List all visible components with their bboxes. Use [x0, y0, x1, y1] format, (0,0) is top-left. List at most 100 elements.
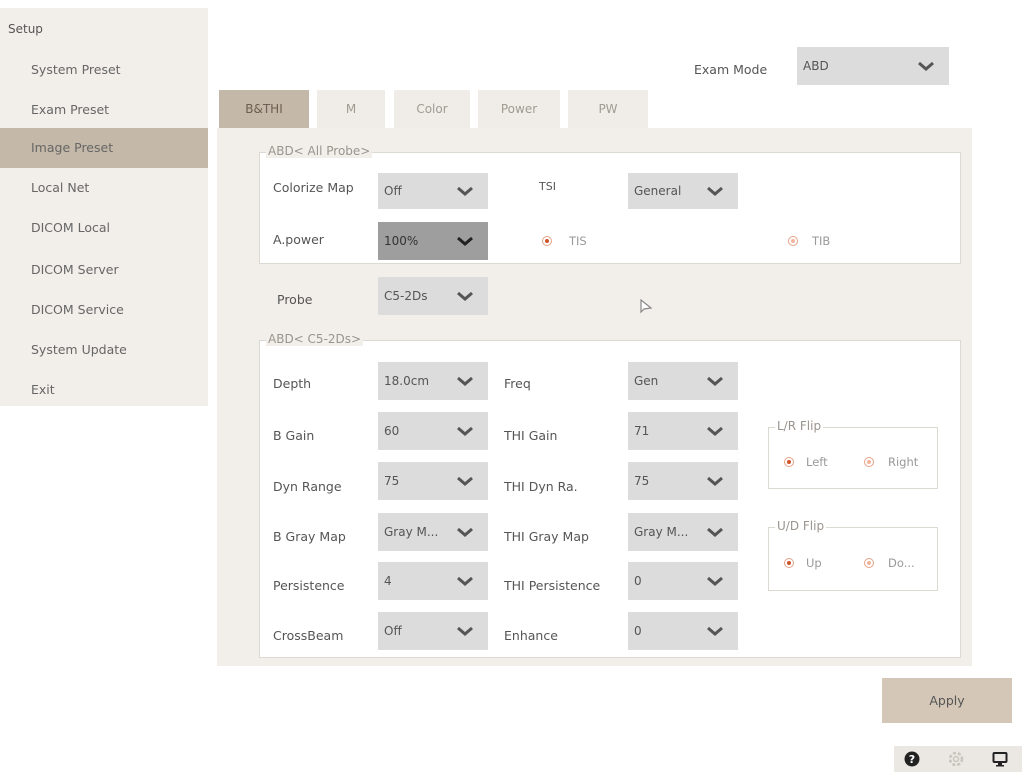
sidebar-item-exam-preset[interactable]: Exam Preset [0, 90, 208, 130]
colorize-map-select[interactable]: Off [378, 173, 488, 209]
thi-dyn-ra-value: 75 [634, 474, 650, 488]
crossbeam-label: CrossBeam [273, 628, 344, 643]
chevron-down-icon [457, 236, 473, 246]
freq-value: Gen [634, 374, 659, 388]
chevron-down-icon [457, 576, 473, 586]
tib-radio[interactable] [788, 236, 798, 246]
chevron-down-icon [707, 576, 723, 586]
persistence-value: 4 [384, 574, 392, 588]
sidebar-item-local-net[interactable]: Local Net [0, 168, 208, 208]
apower-label: A.power [273, 232, 324, 247]
chevron-down-icon [457, 291, 473, 301]
crossbeam-value: Off [384, 624, 402, 638]
thi-gray-map-value: Gray M... [634, 525, 689, 539]
tab-b-thi[interactable]: B&THI [219, 90, 309, 128]
thi-dyn-ra-select[interactable]: 75 [628, 462, 738, 500]
apply-button[interactable]: Apply [882, 678, 1012, 723]
colorize-map-value: Off [384, 184, 402, 198]
persistence-label: Persistence [273, 578, 345, 593]
tab-color[interactable]: Color [394, 90, 470, 128]
chevron-down-icon [707, 186, 723, 196]
dyn-range-select[interactable]: 75 [378, 462, 488, 500]
sidebar-item-dicom-local[interactable]: DICOM Local [0, 208, 208, 248]
chevron-down-icon [918, 61, 934, 71]
sidebar-item-image-preset[interactable]: Image Preset [0, 128, 208, 168]
enhance-select[interactable]: 0 [628, 612, 738, 650]
thi-persistence-select[interactable]: 0 [628, 562, 738, 600]
tab-pw[interactable]: PW [568, 90, 648, 128]
tab-power[interactable]: Power [478, 90, 560, 128]
exam-mode-select[interactable]: ABD [797, 47, 949, 85]
dyn-range-label: Dyn Range [273, 479, 342, 494]
tsi-select[interactable]: General [628, 173, 738, 209]
lr-flip-legend: L/R Flip [775, 419, 824, 433]
lr-flip-left-label: Left [806, 455, 828, 469]
tsi-label: TSI [539, 180, 556, 193]
help-icon[interactable]: ? [904, 751, 920, 767]
enhance-label: Enhance [504, 628, 558, 643]
freq-label: Freq [504, 376, 531, 391]
ud-flip-down-radio[interactable] [864, 558, 874, 568]
b-gray-map-select[interactable]: Gray M... [378, 513, 488, 551]
sidebar-item-exit[interactable]: Exit [0, 370, 208, 410]
ud-flip-down-label: Do... [888, 556, 915, 570]
b-gain-select[interactable]: 60 [378, 412, 488, 450]
chevron-down-icon [707, 376, 723, 386]
tib-label: TIB [812, 234, 831, 248]
svg-text:?: ? [909, 753, 915, 766]
depth-label: Depth [273, 376, 312, 391]
sidebar-item-dicom-server[interactable]: DICOM Server [0, 250, 208, 290]
thi-dyn-ra-label: THI Dyn Ra. [504, 479, 578, 494]
chevron-down-icon [707, 426, 723, 436]
sidebar-item-system-update[interactable]: System Update [0, 330, 208, 370]
all-probe-group: ABD< All Probe> [259, 144, 961, 264]
tab-m[interactable]: M [317, 90, 385, 128]
thi-persistence-label: THI Persistence [504, 578, 601, 593]
chevron-down-icon [457, 527, 473, 537]
persistence-select[interactable]: 4 [378, 562, 488, 600]
thi-gain-value: 71 [634, 424, 650, 438]
thi-gain-select[interactable]: 71 [628, 412, 738, 450]
ud-flip-legend: U/D Flip [775, 519, 827, 533]
probe-value: C5-2Ds [384, 289, 428, 303]
probe-select[interactable]: C5-2Ds [378, 277, 488, 315]
exam-mode-label: Exam Mode [694, 62, 768, 77]
all-probe-legend: ABD< All Probe> [266, 144, 373, 158]
lr-flip-right-radio[interactable] [864, 457, 874, 467]
enhance-value: 0 [634, 624, 642, 638]
sidebar-title: Setup [8, 22, 43, 36]
probe-settings-legend: ABD< C5-2Ds> [266, 332, 364, 346]
b-gray-map-label: B Gray Map [273, 529, 346, 544]
thi-gray-map-select[interactable]: Gray M... [628, 513, 738, 551]
chevron-down-icon [707, 527, 723, 537]
ud-flip-up-label: Up [806, 556, 822, 570]
b-gain-label: B Gain [273, 428, 315, 443]
chevron-down-icon [457, 426, 473, 436]
chevron-down-icon [457, 476, 473, 486]
b-gray-map-value: Gray M... [384, 525, 439, 539]
settings-icon[interactable] [948, 751, 964, 767]
lr-flip-right-label: Right [888, 455, 919, 469]
mouse-cursor-icon [640, 299, 653, 314]
chevron-down-icon [707, 476, 723, 486]
dyn-range-value: 75 [384, 474, 400, 488]
apower-select[interactable]: 100% [378, 222, 488, 260]
chevron-down-icon [457, 376, 473, 386]
ud-flip-up-radio[interactable] [784, 558, 794, 568]
chevron-down-icon [707, 626, 723, 636]
crossbeam-select[interactable]: Off [378, 612, 488, 650]
status-bar: ? [894, 746, 1022, 772]
sidebar-item-dicom-service[interactable]: DICOM Service [0, 290, 208, 330]
probe-label: Probe [277, 292, 313, 307]
tis-radio[interactable] [542, 236, 552, 246]
exam-mode-value: ABD [803, 59, 829, 73]
sidebar-item-system-preset[interactable]: System Preset [0, 50, 208, 90]
setup-sidebar: Setup System Preset Exam Preset Image Pr… [0, 8, 208, 406]
colorize-map-label: Colorize Map [273, 180, 354, 195]
depth-select[interactable]: 18.0cm [378, 362, 488, 400]
monitor-icon[interactable] [992, 751, 1008, 767]
thi-gray-map-label: THI Gray Map [504, 529, 589, 544]
lr-flip-left-radio[interactable] [784, 457, 794, 467]
freq-select[interactable]: Gen [628, 362, 738, 400]
chevron-down-icon [457, 626, 473, 636]
